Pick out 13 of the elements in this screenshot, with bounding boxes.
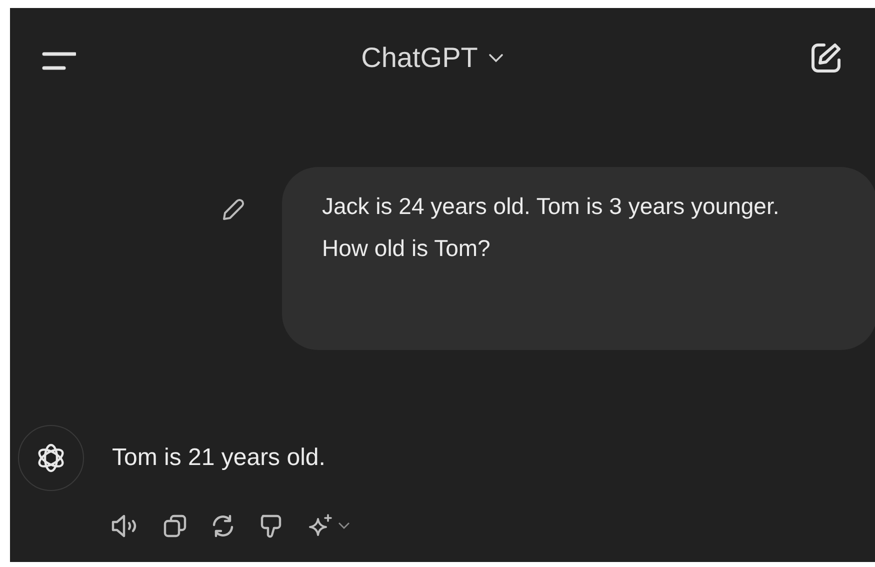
- chevron-down-icon: [338, 522, 350, 530]
- model-selector[interactable]: ChatGPT: [361, 37, 504, 79]
- thumbs-down-icon[interactable]: [258, 513, 284, 539]
- chevron-down-icon: [488, 53, 504, 63]
- message-text: How old is Tom?: [322, 234, 492, 263]
- assistant-message: Tom is 21 years old.: [112, 443, 326, 473]
- message-text: Jack is 24 years old. Tom is 3 years younger.: [322, 192, 780, 221]
- new-chat-icon[interactable]: [809, 41, 843, 75]
- copy-icon[interactable]: [162, 513, 188, 539]
- pencil-icon[interactable]: [220, 197, 246, 223]
- refresh-icon[interactable]: [210, 513, 236, 539]
- menu-icon[interactable]: [42, 51, 76, 71]
- model-switch-button[interactable]: [306, 513, 350, 539]
